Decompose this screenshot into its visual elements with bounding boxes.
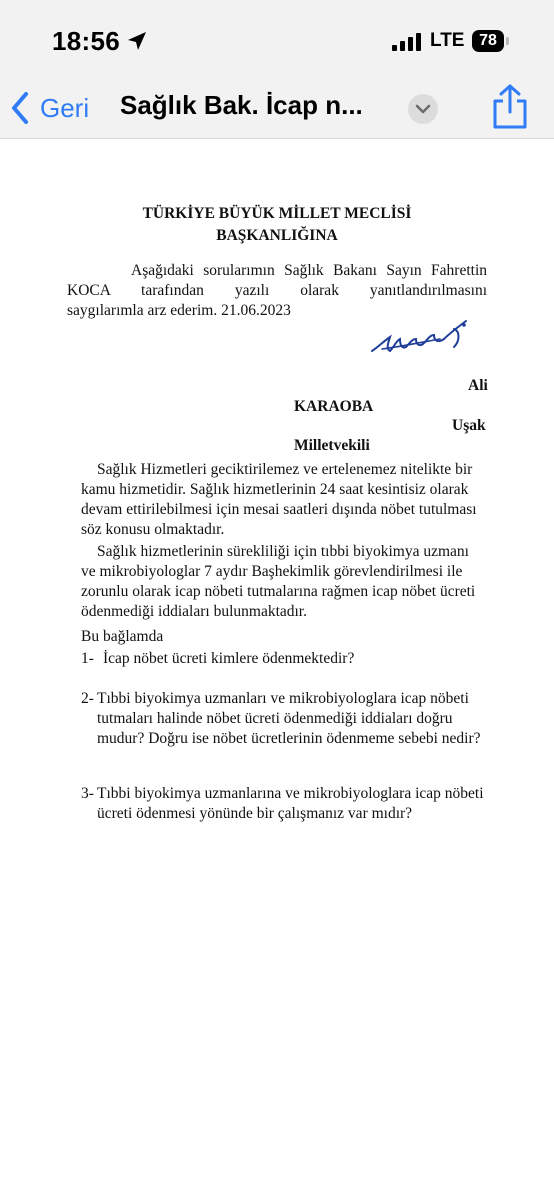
heading-line-1: TÜRKİYE BÜYÜK MİLLET MECLİSİ bbox=[142, 205, 412, 222]
document-page: TÜRKİYE BÜYÜK MİLLET MECLİSİ BAŞKANLIĞIN… bbox=[0, 139, 554, 1200]
question-text: Tıbbi biyokimya uzmanlarına ve mikrobiyo… bbox=[97, 785, 484, 822]
battery-level: 78 bbox=[479, 32, 497, 49]
question-number: 2- bbox=[81, 690, 94, 707]
location-arrow-icon bbox=[128, 32, 146, 50]
battery-cap bbox=[506, 37, 509, 45]
navigation-bar: Geri Sağlık Bak. İcap n... bbox=[0, 80, 554, 139]
status-bar: 18:56 LTE 78 bbox=[0, 0, 554, 80]
document-title[interactable]: Sağlık Bak. İcap n... bbox=[120, 90, 400, 121]
question-text: İcap nöbet ücreti kimlere ödenmektedir? bbox=[103, 650, 355, 667]
title-menu-button[interactable] bbox=[408, 94, 438, 124]
paragraph-1: Sağlık Hizmetleri geciktirilemez ve erte… bbox=[81, 461, 477, 538]
chevron-left-icon bbox=[12, 92, 28, 124]
back-button[interactable]: Geri bbox=[10, 86, 89, 130]
battery-icon: 78 bbox=[472, 30, 504, 52]
paragraph-2: Sağlık hizmetlerinin sürekliliği için tı… bbox=[81, 543, 476, 620]
intro-paragraph: Aşağıdaki sorularımın Sağlık Bakanı Sayı… bbox=[67, 261, 487, 321]
share-icon[interactable] bbox=[490, 84, 530, 130]
body-text: Sağlık Hizmetleri geciktirilemez ve erte… bbox=[81, 460, 485, 622]
heading-line-2: BAŞKANLIĞINA bbox=[216, 227, 338, 244]
intro-line-1: Aşağıdaki sorularımın Sağlık Bakanı Sayı… bbox=[131, 262, 487, 279]
signer-role: Milletvekili bbox=[294, 437, 370, 454]
signer-first-name: Ali bbox=[468, 377, 488, 394]
signer-city: Uşak bbox=[452, 417, 486, 434]
lead-text: Bu bağlamda bbox=[81, 628, 164, 645]
chevron-down-icon bbox=[415, 104, 431, 114]
cellular-signal-icon bbox=[392, 33, 421, 51]
question-number: 1- bbox=[81, 650, 94, 667]
network-type: LTE bbox=[430, 30, 465, 51]
back-label: Geri bbox=[40, 92, 90, 123]
signature-icon bbox=[371, 320, 467, 353]
document-heading: TÜRKİYE BÜYÜK MİLLET MECLİSİ BAŞKANLIĞIN… bbox=[0, 203, 554, 247]
question-text: Tıbbi biyokimya uzmanları ve mikrobiyolo… bbox=[97, 690, 481, 747]
signer-last-name: KARAOBA bbox=[294, 398, 374, 415]
question-number: 3- bbox=[81, 785, 94, 802]
intro-line-2: KOCA tarafından yazılı olarak yanıtlandı… bbox=[67, 282, 487, 299]
status-time: 18:56 bbox=[52, 26, 120, 56]
